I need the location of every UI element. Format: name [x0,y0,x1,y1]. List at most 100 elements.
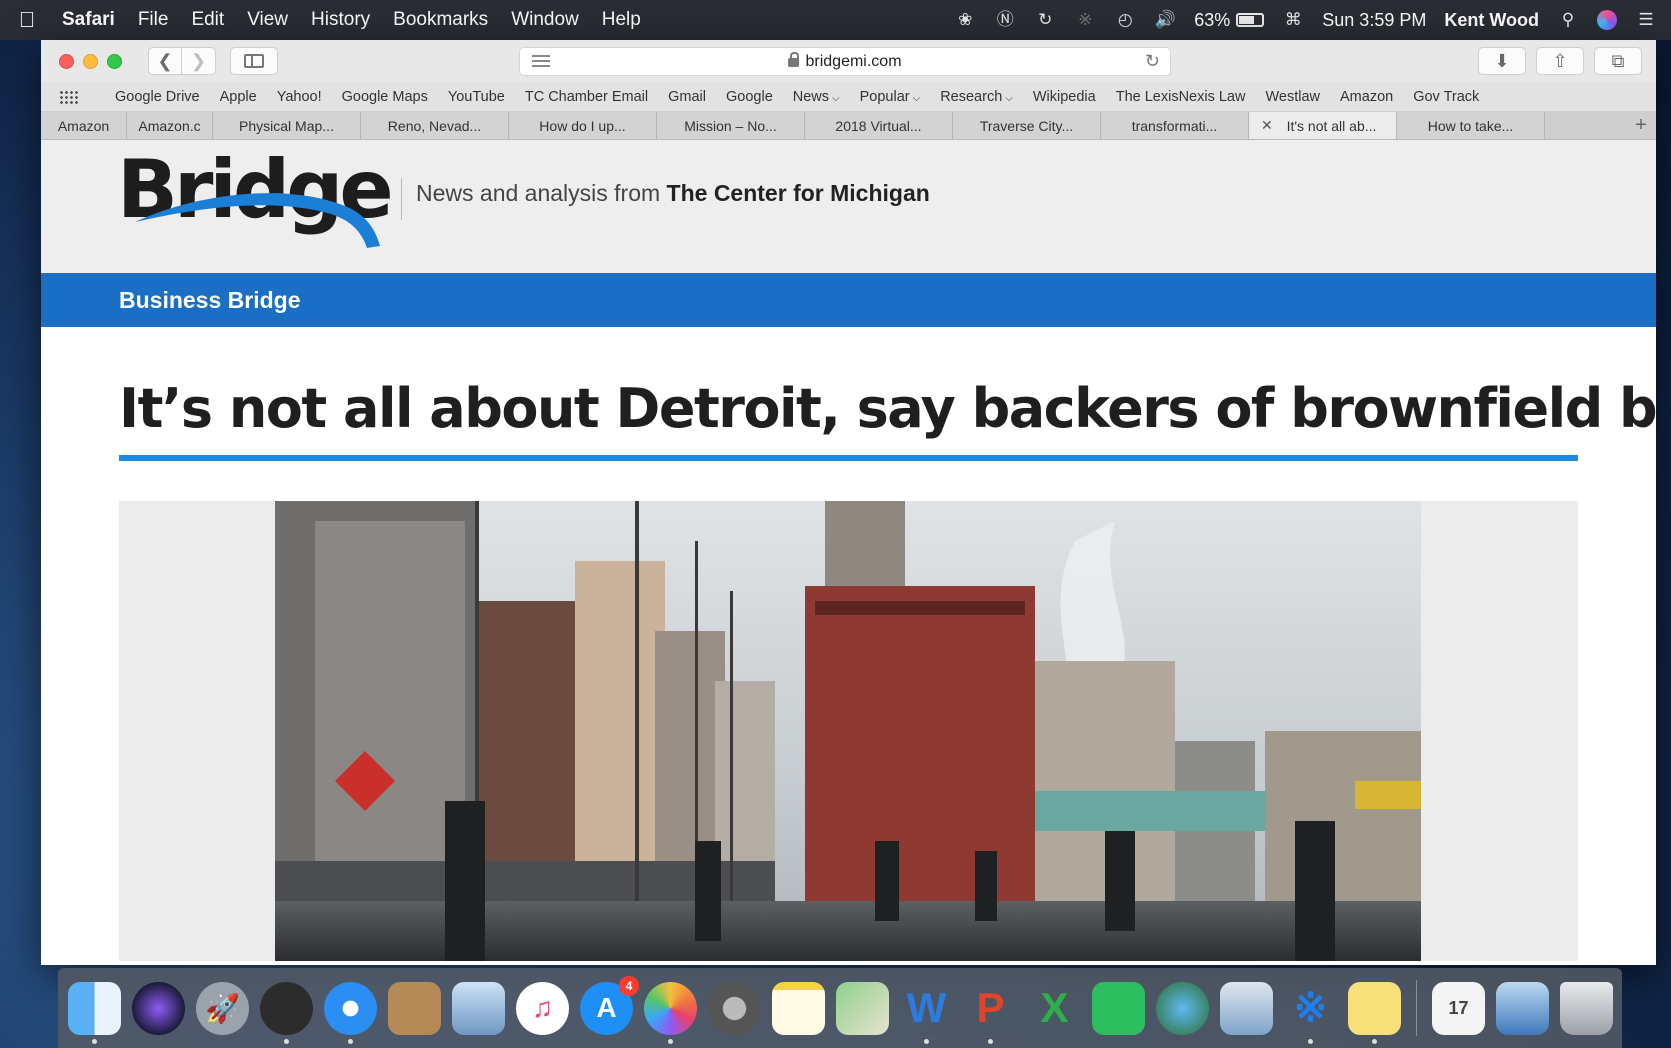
bookmark-folder-popular[interactable]: Popular ⌵ [860,89,921,105]
siri-icon[interactable] [1597,10,1617,30]
keyboard-icon[interactable]: ⌘ [1282,9,1304,31]
article-hero-photo [275,501,1421,961]
forward-button[interactable]: ❯ [182,47,216,75]
dock-powerpoint-icon[interactable]: P [964,982,1017,1044]
dock-itunes-icon[interactable]: ♫ [516,981,569,1035]
bookmark-amazon[interactable]: Amazon [1340,89,1393,105]
tab-active-article[interactable]: ✕ It's not all ab... [1249,112,1397,139]
dock-system-preferences-icon[interactable] [708,981,761,1035]
bookmark-google-maps[interactable]: Google Maps [342,89,428,105]
chevron-down-icon: ⌵ [1005,92,1013,104]
close-window-button[interactable] [59,53,74,69]
fullscreen-window-button[interactable] [107,53,122,69]
menu-window[interactable]: Window [511,9,579,31]
bluetooth-icon[interactable]: ※ [1074,9,1096,31]
wifi-icon[interactable]: ◴ [1114,9,1136,31]
menu-bookmarks[interactable]: Bookmarks [393,9,488,31]
new-tab-button[interactable]: + [1626,112,1656,139]
dock-notes-icon[interactable] [772,981,825,1035]
tab-2018-virtual[interactable]: 2018 Virtual... [805,112,953,139]
tagline-org: The Center for Michigan [666,180,930,206]
dock-trash-icon[interactable] [1560,981,1613,1035]
user-name[interactable]: Kent Wood [1444,10,1539,31]
lock-icon [788,52,800,67]
tab-physical-map[interactable]: Physical Map... [213,112,361,139]
tab-amazon[interactable]: Amazon [41,112,127,139]
spotlight-search-icon[interactable]: ⚲ [1557,9,1579,31]
dock-screen-sharing-icon[interactable] [1496,981,1549,1035]
dock-excel-icon[interactable]: X [1028,982,1081,1035]
bookmark-google-drive[interactable]: Google Drive [115,89,200,105]
menu-file[interactable]: File [138,9,169,31]
close-tab-icon[interactable]: ✕ [1261,117,1273,134]
clock[interactable]: Sun 3:59 PM [1322,10,1426,31]
dock-bluetooth-icon[interactable]: ※ [1284,982,1337,1044]
minimize-window-button[interactable] [83,53,98,69]
logo-swoosh-icon [135,193,380,248]
dropbox-icon[interactable]: ❀ [954,9,976,31]
dock-maps-icon[interactable] [836,981,889,1035]
dock-word-icon[interactable]: W [900,982,953,1044]
menu-edit[interactable]: Edit [191,9,224,31]
bookmark-google[interactable]: Google [726,89,773,105]
dock-photos-icon[interactable] [644,981,697,1044]
tab-how-do-i-up[interactable]: How do I up... [509,112,657,139]
section-link-business-bridge[interactable]: Business Bridge [119,287,301,314]
share-button[interactable]: ⇧ [1536,47,1584,75]
reload-icon[interactable]: ↻ [1145,51,1160,72]
download-icon: ⬇ [1494,50,1510,71]
dock-evernote-icon[interactable] [1092,981,1145,1035]
menu-view[interactable]: View [247,9,288,31]
bookmark-westlaw[interactable]: Westlaw [1265,89,1320,105]
bookmark-lexisnexis[interactable]: The LexisNexis Law [1116,89,1246,105]
menu-help[interactable]: Help [602,9,641,31]
safari-window: ❮ ❯ bridgemi.com ↻ ⬇ ⇧ ⧉ Google Drive Ap… [41,40,1656,965]
bookmark-folder-news[interactable]: News ⌵ [793,89,840,105]
tab-how-to-take[interactable]: How to take... [1397,112,1545,139]
dock-network-icon[interactable] [1220,981,1273,1035]
volume-icon[interactable]: 🔊 [1154,9,1176,31]
top-sites-grid-icon[interactable] [59,89,79,104]
notification-center-icon[interactable]: ☰ [1635,9,1657,31]
dock-calendar-file-icon[interactable]: 17 [1432,981,1485,1035]
tab-traverse-city[interactable]: Traverse City... [953,112,1101,139]
dock-safari-icon[interactable] [324,981,377,1044]
bookmark-youtube[interactable]: YouTube [448,89,505,105]
dock-siri-icon[interactable] [132,981,185,1035]
tab-transformation[interactable]: transformati... [1101,112,1249,139]
reader-view-icon[interactable] [532,55,550,69]
dock-contacts-icon[interactable] [388,981,441,1035]
bookmark-gmail[interactable]: Gmail [668,89,706,105]
web-page: Bridge News and analysis from The Center… [41,140,1656,965]
site-tagline: News and analysis from The Center for Mi… [416,180,930,206]
sidebar-toggle-button[interactable] [230,47,278,75]
bookmark-gov-track[interactable]: Gov Track [1413,89,1479,105]
dock-vpn-globe-icon[interactable] [1156,981,1209,1035]
apple-menu-icon[interactable]:  [14,7,40,33]
time-machine-icon[interactable]: ↻ [1034,9,1056,31]
tab-amazon-2[interactable]: Amazon.c [127,112,213,139]
back-button[interactable]: ❮ [148,47,182,75]
dock-app-store-icon[interactable]: A4 [580,975,639,1035]
dictionary-icon[interactable]: Ⓝ [994,9,1016,31]
bookmark-yahoo[interactable]: Yahoo! [277,89,322,105]
dock-preview-icon[interactable] [452,981,505,1035]
dock-stickies-icon[interactable] [1348,981,1401,1044]
bookmark-wikipedia[interactable]: Wikipedia [1033,89,1096,105]
tab-reno-nevada[interactable]: Reno, Nevad... [361,112,509,139]
menu-app-safari[interactable]: Safari [62,9,115,31]
bookmark-tc-chamber-email[interactable]: TC Chamber Email [525,89,648,105]
menu-history[interactable]: History [311,9,370,31]
chevron-right-icon: ❯ [190,50,207,71]
downloads-button[interactable]: ⬇ [1478,47,1526,75]
bookmark-folder-research[interactable]: Research ⌵ [940,89,1013,105]
address-bar[interactable]: bridgemi.com ↻ [519,47,1171,76]
battery-status[interactable]: 63% [1194,10,1265,31]
bookmark-apple[interactable]: Apple [220,89,257,105]
dock-dashboard-icon[interactable] [260,981,313,1044]
tab-mission[interactable]: Mission – No... [657,112,805,139]
dock-launchpad-icon[interactable]: 🚀 [196,981,249,1035]
tab-overview-button[interactable]: ⧉ [1594,47,1642,75]
bridge-logo[interactable]: Bridge [117,144,394,248]
dock-finder-icon[interactable] [68,981,121,1044]
